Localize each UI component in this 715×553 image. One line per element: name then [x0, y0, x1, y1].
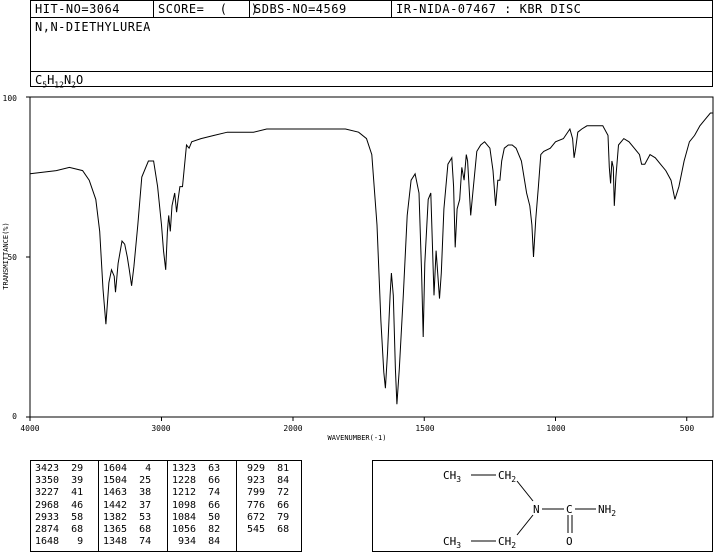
bond [516, 480, 534, 502]
axis-ticks [26, 96, 688, 421]
hit-number: HIT-NO=3064 [31, 1, 154, 17]
x-tick-2000: 2000 [283, 424, 302, 433]
structure-box: CH3 CH2 N C NH2 O CH3 CH2 [372, 460, 713, 552]
peak-column: 1323 63 1228 66 1212 74 1098 66 1084 50 … [172, 463, 221, 548]
x-tick-500: 500 [680, 424, 695, 433]
y-axis-label: TRANSMITTANCE(%) [2, 222, 10, 289]
table-divider [236, 461, 237, 551]
peak-column: 1604 4 1504 25 1463 38 1442 37 1382 53 1… [103, 463, 152, 548]
compound-name: N,N-DIETHYLUREA [35, 20, 151, 34]
table-divider [98, 461, 99, 551]
molecular-formula: C5H12N2O [31, 71, 712, 89]
x-axis-label: WAVENUMBER(-1) [327, 434, 386, 442]
ch2-bottom-label: CH2 [498, 535, 516, 550]
plot-frame [29, 96, 714, 418]
header-box: HIT-NO=3064 SCORE= ( ) SDBS-NO=4569 IR-N… [30, 0, 713, 89]
table-divider [167, 461, 168, 551]
x-tick-4000: 4000 [20, 424, 39, 433]
nh2-label: NH2 [598, 503, 616, 518]
sdbs-number: SDBS-NO=4569 [250, 1, 392, 17]
score: SCORE= ( ) [154, 1, 258, 17]
header-row: HIT-NO=3064 SCORE= ( ) SDBS-NO=4569 IR-N… [31, 1, 712, 18]
peak-column: 929 81 923 84 799 72 776 66 672 79 545 6… [247, 463, 290, 536]
structure-diagram: CH3 CH2 N C NH2 O CH3 CH2 [443, 469, 616, 550]
x-tick-1000: 1000 [546, 424, 565, 433]
x-tick-1500: 1500 [415, 424, 434, 433]
spectrum-line [29, 112, 713, 405]
peak-table: 3423 29 3350 39 3227 41 2968 46 2933 58 … [30, 460, 302, 552]
ir-info: IR-NIDA-07467 : KBR DISC [396, 2, 582, 16]
ch3-top-label: CH3 [443, 469, 461, 484]
c-label: C [566, 503, 573, 516]
ch3-bottom-label: CH3 [443, 535, 461, 550]
bond [516, 514, 534, 536]
x-tick-3000: 3000 [151, 424, 170, 433]
ch2-top-label: CH2 [498, 469, 516, 484]
peak-column: 3423 29 3350 39 3227 41 2968 46 2933 58 … [35, 463, 84, 548]
o-label: O [566, 535, 573, 548]
ir-spectrum-chart: 100 50 0 4000 3000 2000 1500 1000 500 WA… [2, 94, 714, 442]
n-label: N [533, 503, 540, 516]
y-tick-100: 100 [3, 94, 18, 103]
y-tick-0: 0 [12, 412, 17, 421]
